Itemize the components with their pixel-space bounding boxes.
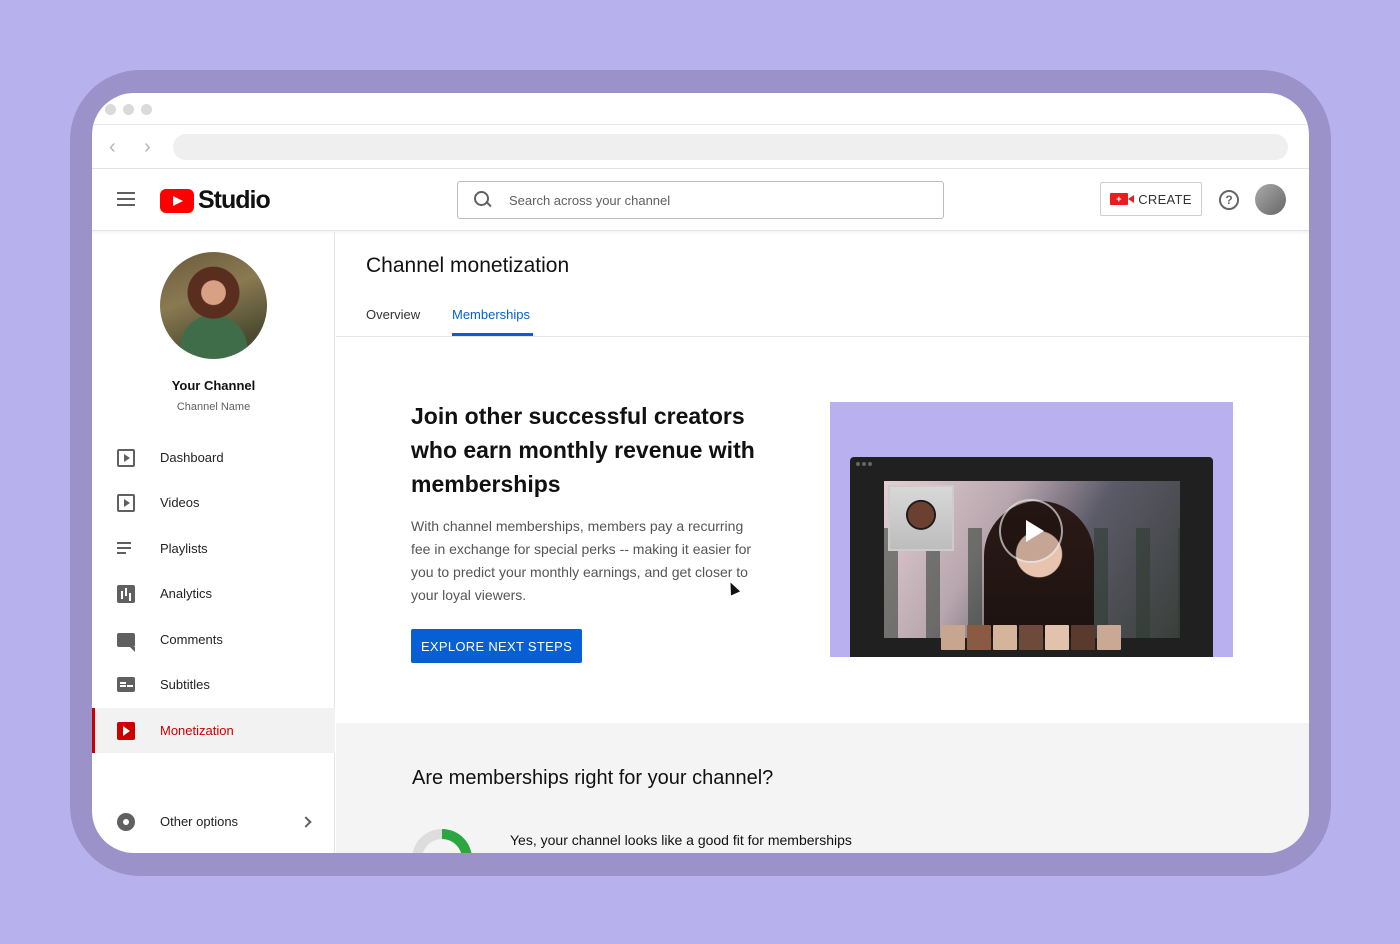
search-box[interactable] (457, 181, 944, 219)
tab-memberships[interactable]: Memberships (452, 307, 530, 322)
fit-result-text: Yes, your channel looks like a good fit … (510, 832, 852, 848)
sidebar: Your Channel Channel Name Dashboard Vide… (92, 232, 335, 853)
participant-thumb (941, 625, 965, 650)
app-window: ‹ › Studio + CREATE ? Your Channel Chann… (92, 93, 1309, 853)
page-title: Channel monetization (366, 254, 570, 277)
address-bar[interactable] (173, 134, 1288, 160)
window-dot-icon (868, 462, 872, 466)
browser-toolbar: ‹ › (92, 125, 1309, 169)
channel-name: Channel Name (176, 401, 251, 413)
window-dot-icon (862, 462, 866, 466)
channel-avatar[interactable] (160, 252, 267, 359)
sidebar-item-label: Other options (160, 814, 239, 829)
hero-description: With channel memberships, members pay a … (411, 518, 752, 603)
window-titlebar (92, 93, 1309, 125)
sidebar-item-label: Monetization (160, 723, 234, 738)
sidebar-item-label: Dashboard (160, 450, 224, 465)
play-icon[interactable] (999, 499, 1063, 563)
sidebar-item-other-options[interactable]: Other options (92, 799, 335, 844)
tab-overview[interactable]: Overview (366, 307, 420, 322)
back-arrow-icon[interactable]: ‹ (109, 137, 116, 157)
participant-thumb (1097, 625, 1121, 650)
sidebar-item-label: Subtitles (160, 677, 210, 692)
tabs-divider (336, 336, 1309, 337)
sidebar-item-analytics[interactable]: Analytics (92, 571, 335, 616)
logo-text: Studio (198, 186, 271, 214)
videos-icon (117, 493, 135, 512)
video-camera-icon: + (1110, 193, 1135, 205)
participant-thumb (1045, 625, 1069, 650)
memberships-promo-image[interactable] (830, 402, 1233, 657)
sidebar-item-playlists[interactable]: Playlists (92, 526, 335, 571)
comments-icon (117, 632, 135, 652)
subtitles-icon (117, 677, 135, 692)
explore-next-steps-button[interactable]: EXPLORE NEXT STEPS (411, 629, 582, 663)
youtube-play-icon (160, 188, 194, 213)
fit-section: Are memberships right for your channel? … (336, 723, 1309, 853)
sidebar-item-label: Videos (160, 495, 200, 510)
studio-logo[interactable]: Studio (160, 186, 271, 215)
participant-strip (941, 625, 1121, 650)
window-dot-icon (105, 104, 116, 115)
participant-thumb (967, 625, 991, 650)
studio-header: Studio + CREATE ? (92, 169, 1309, 231)
create-button[interactable]: + CREATE (1100, 182, 1202, 216)
search-icon[interactable] (474, 191, 492, 209)
video-call-window (850, 457, 1213, 657)
window-dot-icon (123, 104, 134, 115)
window-dot-icon (856, 462, 860, 466)
analytics-icon (117, 584, 135, 603)
sidebar-item-subtitles[interactable]: Subtitles (92, 662, 335, 707)
sidebar-item-label: Playlists (160, 541, 208, 556)
channel-title: Your Channel (171, 378, 256, 393)
promo-video-frame (884, 481, 1180, 638)
section-title: Are memberships right for your channel? (412, 767, 774, 789)
participant-thumb (993, 625, 1017, 650)
sidebar-item-label: Analytics (160, 586, 213, 601)
chevron-right-icon (300, 815, 312, 828)
dashboard-icon (117, 448, 135, 467)
account-avatar[interactable] (1255, 184, 1286, 215)
participant-thumb (1071, 625, 1095, 650)
forward-arrow-icon[interactable]: › (144, 137, 151, 157)
help-icon[interactable]: ? (1219, 190, 1239, 210)
search-input[interactable] (509, 192, 909, 208)
participant-thumb (1019, 625, 1043, 650)
menu-icon[interactable] (117, 192, 135, 206)
sidebar-item-monetization[interactable]: Monetization (92, 708, 335, 753)
hero-title: Join other successful creators who earn … (411, 403, 755, 497)
playlists-icon (117, 541, 135, 556)
monetization-icon (117, 721, 135, 740)
sidebar-item-label: Comments (160, 632, 223, 647)
sidebar-item-comments[interactable]: Comments (92, 617, 335, 662)
fit-score-donut (412, 829, 472, 853)
window-dot-icon (141, 104, 152, 115)
main-content: Channel monetization Overview Membership… (336, 232, 1309, 853)
create-label: CREATE (1138, 191, 1192, 207)
gear-icon (117, 812, 135, 831)
sidebar-item-dashboard[interactable]: Dashboard (92, 435, 335, 480)
sidebar-item-videos[interactable]: Videos (92, 480, 335, 525)
participant-thumbnail (888, 485, 954, 551)
